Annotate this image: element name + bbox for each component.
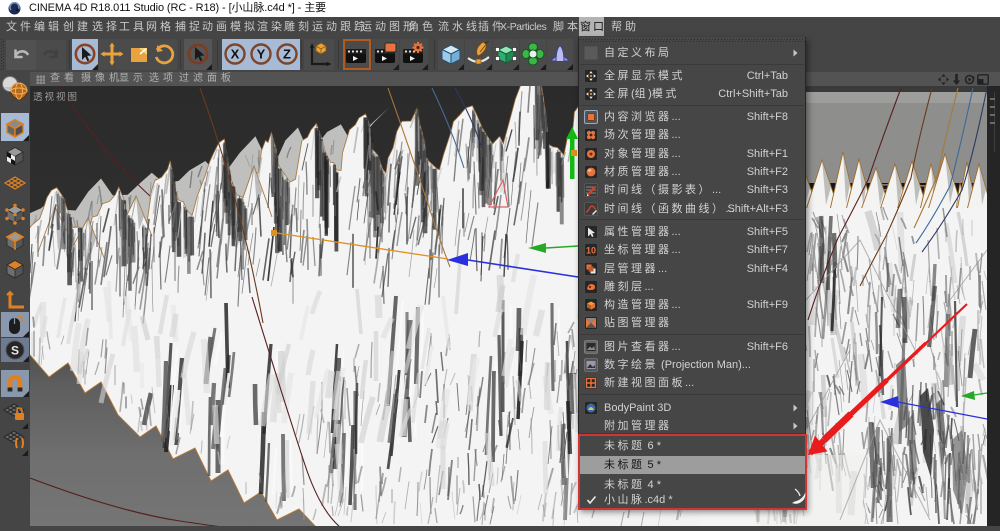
svg-text:S: S [11,344,19,358]
svg-text:X: X [231,47,240,62]
svg-text:Y: Y [257,47,266,62]
svg-text:Z: Z [283,47,291,62]
svg-text:10: 10 [586,246,596,256]
